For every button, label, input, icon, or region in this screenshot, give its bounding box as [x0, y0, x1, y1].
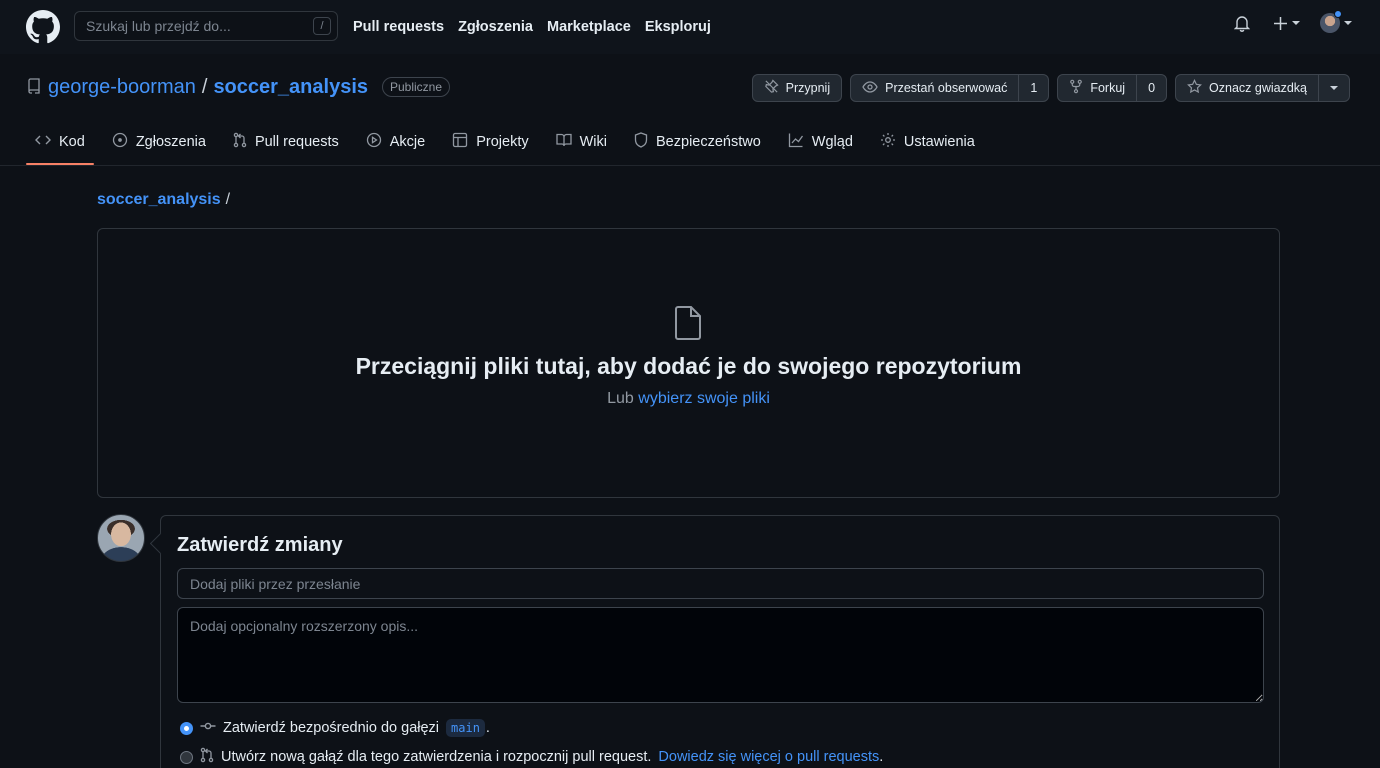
search-placeholder: Szukaj lub przejdź do... [86, 18, 231, 34]
commit-changes-form: Zatwierdź zmiany Zatwierdź bezpośrednio … [160, 515, 1280, 768]
star-icon [1187, 78, 1202, 97]
chevron-down-icon [1344, 21, 1352, 25]
github-logo-icon[interactable] [26, 10, 60, 44]
nav-explore[interactable]: Eksploruj [645, 19, 711, 35]
nav-issues[interactable]: Zgłoszenia [458, 19, 533, 35]
user-menu-button[interactable] [1320, 10, 1352, 33]
fork-button[interactable]: Forkuj 0 [1057, 74, 1168, 102]
file-icon [673, 306, 703, 343]
eye-icon [862, 80, 878, 96]
commit-new-branch-radio[interactable] [180, 750, 193, 764]
shield-icon [634, 132, 648, 152]
tab-projects[interactable]: Projekty [443, 124, 537, 160]
chevron-down-icon [1330, 86, 1338, 90]
pin-off-icon [764, 79, 779, 97]
fork-label: Forkuj [1090, 81, 1126, 95]
tab-label: Projekty [476, 134, 529, 150]
breadcrumb-repo-link[interactable]: soccer_analysis [97, 191, 221, 209]
bell-icon[interactable] [1233, 14, 1251, 32]
tab-wiki[interactable]: Wiki [547, 124, 616, 160]
unwatch-button[interactable]: Przestań obserwować 1 [850, 74, 1050, 102]
avatar [97, 514, 145, 562]
file-drop-zone[interactable]: Przeciągnij pliki tutaj, aby dodać je do… [97, 228, 1280, 498]
commit-new-branch-option[interactable]: Utwórz nową gałąź dla tego zatwierdzenia… [180, 747, 883, 767]
graph-icon [788, 132, 804, 152]
issue-icon [112, 132, 128, 152]
commit-description-input[interactable] [177, 607, 1264, 703]
tab-settings[interactable]: Ustawienia [871, 124, 984, 160]
repo-title-separator: / [201, 75, 208, 98]
tab-pull-requests[interactable]: Pull requests [224, 124, 348, 160]
repo-name-link[interactable]: soccer_analysis [213, 76, 368, 99]
fork-icon [1069, 79, 1083, 97]
breadcrumb-separator: / [225, 191, 231, 208]
code-icon [35, 133, 51, 151]
header-right [1233, 10, 1352, 33]
global-header: Szukaj lub przejdź do... / Pull requests… [0, 0, 1380, 54]
tab-issues[interactable]: Zgłoszenia [103, 124, 215, 160]
git-commit-icon [200, 720, 216, 736]
star-label: Oznacz gwiazdką [1209, 81, 1307, 95]
learn-more-suffix: . [879, 749, 884, 765]
tab-code[interactable]: Kod [26, 124, 94, 165]
tab-security[interactable]: Bezpieczeństwo [625, 124, 770, 160]
breadcrumb: soccer_analysis / [97, 191, 230, 209]
nav-marketplace[interactable]: Marketplace [547, 19, 631, 35]
search-shortcut-hint: / [313, 17, 331, 35]
fork-count[interactable]: 0 [1136, 75, 1166, 101]
drop-zone-or-label: Lub [607, 390, 634, 407]
play-icon [366, 132, 382, 152]
commit-form-title: Zatwierdź zmiany [177, 534, 343, 556]
learn-more-link[interactable]: Dowiedz się więcej o pull requests [658, 749, 879, 765]
pin-label: Przypnij [785, 81, 831, 95]
tab-label: Kod [59, 134, 85, 150]
chevron-down-icon [1292, 21, 1300, 25]
gear-icon [880, 132, 896, 152]
commit-summary-input[interactable] [177, 568, 1264, 599]
tab-label: Bezpieczeństwo [656, 134, 761, 150]
search-input[interactable]: Szukaj lub przejdź do... / [74, 11, 338, 41]
notification-dot-icon [1334, 10, 1342, 18]
create-new-button[interactable] [1271, 14, 1300, 32]
repo-actions: Przypnij Przestań obserwować 1 Forkuj 0 … [751, 74, 1350, 102]
drop-zone-subtitle: Lub wybierz swoje pliki [98, 390, 1279, 408]
repo-icon [26, 77, 42, 97]
watch-count[interactable]: 1 [1018, 75, 1048, 101]
tab-insights[interactable]: Wgląd [779, 124, 862, 160]
tab-actions[interactable]: Akcje [357, 124, 434, 160]
book-icon [555, 133, 572, 151]
repo-tabs: Kod Zgłoszenia Pull requests Akcje Proje… [26, 124, 993, 165]
pull-request-icon [233, 132, 247, 152]
nav-pull-requests[interactable]: Pull requests [353, 19, 444, 35]
pin-button[interactable]: Przypnij [751, 74, 843, 102]
unwatch-label: Przestań obserwować [885, 81, 1008, 95]
tab-label: Akcje [389, 134, 426, 150]
plus-icon [1271, 14, 1289, 32]
commit-new-branch-label: Utwórz nową gałąź dla tego zatwierdzenia… [221, 749, 652, 765]
tab-label: Pull requests [254, 134, 339, 150]
tab-label: Wgląd [811, 134, 853, 150]
commit-direct-option[interactable]: Zatwierdź bezpośrednio do gałęzi main . [180, 719, 490, 737]
repo-owner-link[interactable]: george-boorman [48, 76, 196, 99]
tab-label: Wiki [579, 134, 608, 150]
tabs-divider [0, 165, 1380, 166]
commit-direct-radio[interactable] [180, 721, 193, 735]
tab-label: Zgłoszenia [135, 134, 206, 150]
commit-direct-suffix: . [485, 720, 490, 736]
tab-label: Ustawienia [903, 134, 975, 150]
drop-zone-title: Przeciągnij pliki tutaj, aby dodać je do… [355, 353, 1022, 379]
branch-name: main [446, 719, 485, 737]
pull-request-icon [200, 747, 214, 767]
table-icon [452, 132, 468, 152]
commit-direct-label: Zatwierdź bezpośrednio do gałęzi [223, 720, 440, 736]
repo-title: george-boorman / soccer_analysis Publicz… [26, 74, 451, 100]
star-dropdown-button[interactable] [1318, 75, 1349, 101]
top-nav: Pull requests Zgłoszenia Marketplace Eks… [353, 0, 711, 54]
star-button[interactable]: Oznacz gwiazdką [1175, 74, 1350, 102]
choose-files-link[interactable]: wybierz swoje pliki [638, 390, 770, 407]
visibility-badge: Publiczne [382, 77, 451, 97]
